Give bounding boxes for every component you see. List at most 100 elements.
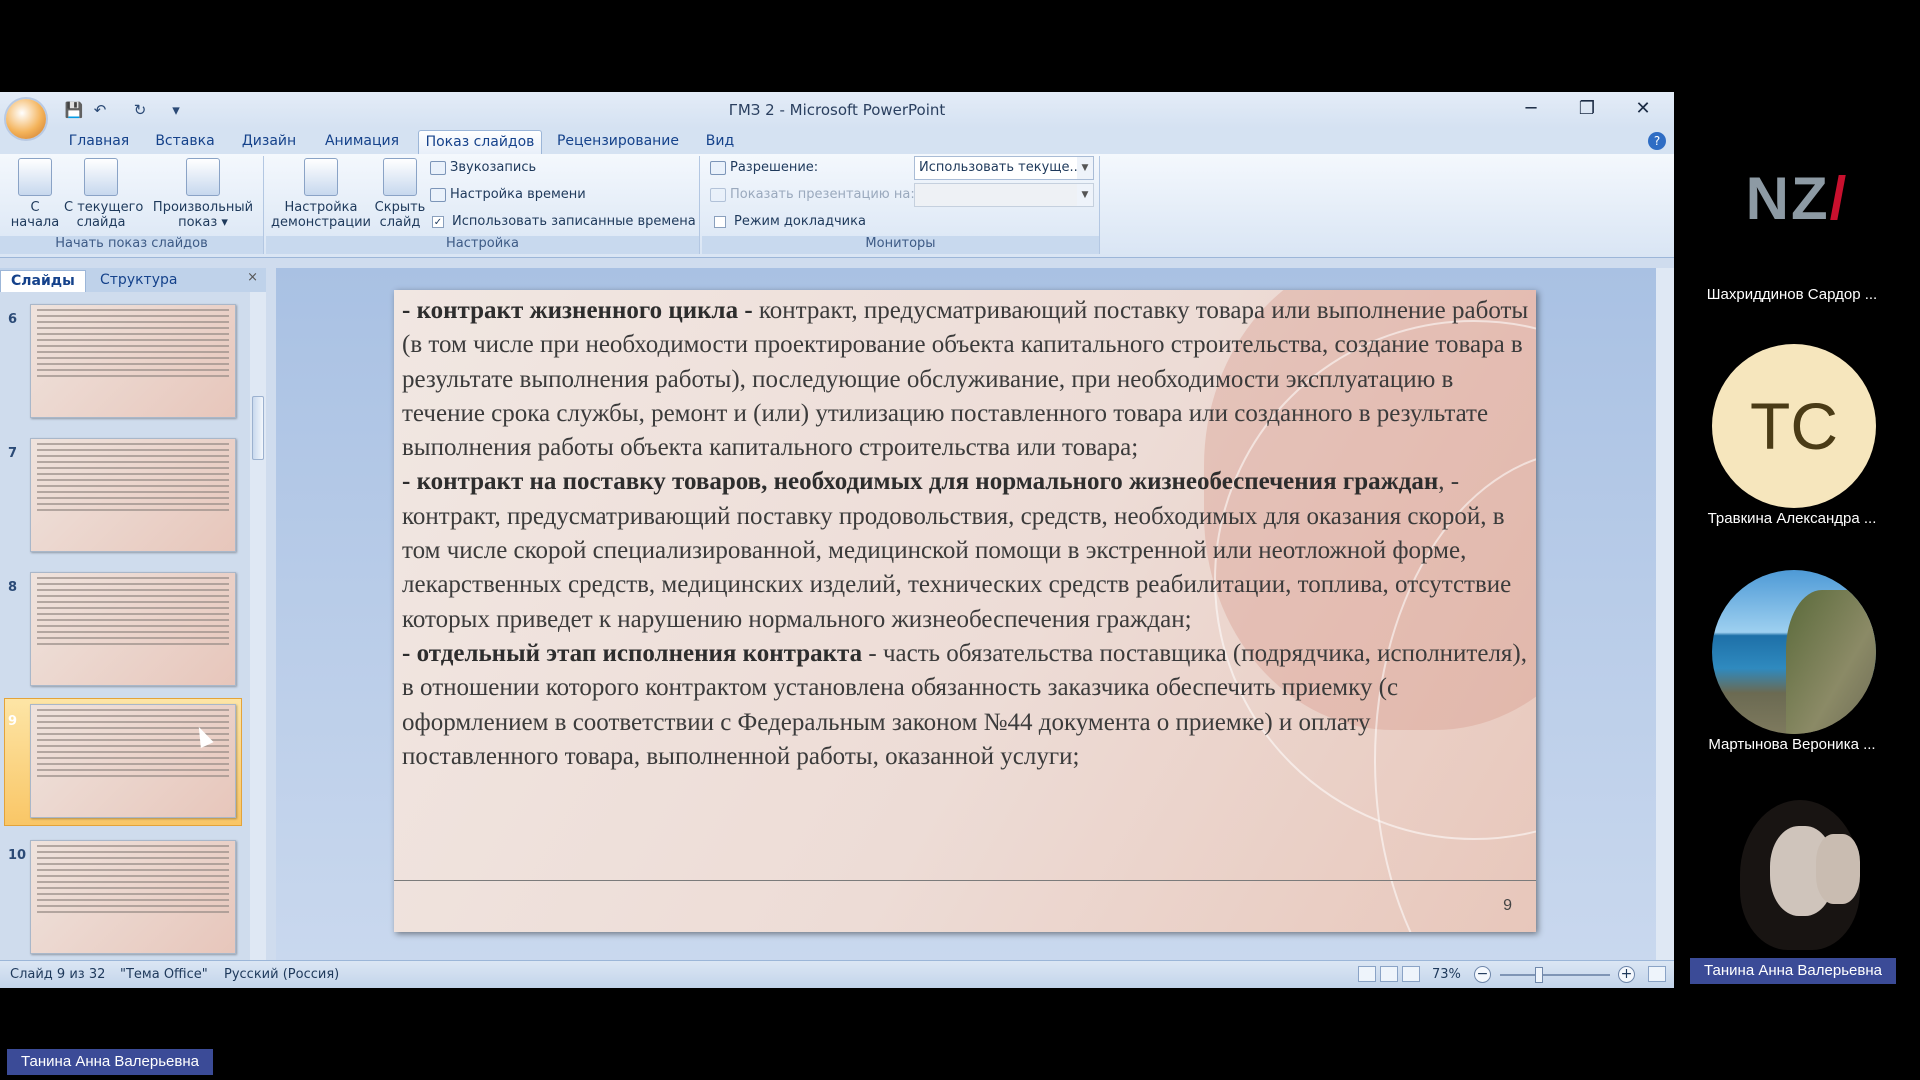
thumb-number: 7 xyxy=(8,446,18,461)
resolution-text: Разрешение: xyxy=(730,160,819,175)
slide-thumbnail-6[interactable] xyxy=(30,304,236,418)
chevron-down-icon: ▼ xyxy=(1077,157,1093,179)
tab-outline[interactable]: Структура xyxy=(90,270,187,292)
from-beginning-label: С начала xyxy=(10,200,60,230)
avatar-photo xyxy=(1712,570,1876,734)
custom-show-label: Произвольный показ ▾ xyxy=(152,200,254,230)
help-icon[interactable]: ? xyxy=(1648,132,1666,150)
zoom-out-icon[interactable]: − xyxy=(1474,966,1491,983)
active-speaker-name: Танина Анна Валерьевна xyxy=(1690,958,1896,984)
tab-slides[interactable]: Слайды xyxy=(0,270,86,292)
slideshow-view-icon[interactable] xyxy=(1402,966,1420,982)
hide-slide-label: Скрыть слайд xyxy=(374,200,426,230)
setup-show-label: Настройка демонстрации xyxy=(271,200,371,230)
office-button[interactable] xyxy=(6,99,46,139)
resolution-dropdown[interactable]: Использовать текуще... ▼ xyxy=(914,156,1094,180)
group-setup: Настройка демонстрации Скрыть слайд Звук… xyxy=(266,156,700,254)
resolution-value: Использовать текуще... xyxy=(919,160,1082,175)
thumb-number: 6 xyxy=(8,312,18,327)
clock-icon xyxy=(430,187,446,202)
avatar: TC xyxy=(1712,344,1876,508)
from-beginning-button[interactable]: С начала xyxy=(6,158,64,230)
slide-body-text[interactable]: - контракт жизненного цикла - контракт, … xyxy=(402,294,1530,774)
term-life-support-contract: - контракт на поставку товаров, необходи… xyxy=(402,468,1439,496)
tab-slideshow[interactable]: Показ слайдов xyxy=(418,130,542,154)
tab-view[interactable]: Вид xyxy=(700,130,740,154)
language[interactable]: Русский (Россия) xyxy=(224,967,339,982)
theme-name: "Тема Office" xyxy=(120,967,208,982)
rehearse-timings-button[interactable]: Настройка времени xyxy=(430,185,586,205)
microphone-icon xyxy=(430,160,446,175)
slide-footer-line xyxy=(394,880,1536,881)
panel-scrollbar-thumb[interactable] xyxy=(252,396,264,460)
hide-slide-icon xyxy=(383,158,417,196)
tab-review[interactable]: Рецензирование xyxy=(556,130,680,154)
monitor-disabled-icon xyxy=(710,187,726,202)
use-timings-checkbox[interactable]: ✓ Использовать записанные времена xyxy=(432,212,696,232)
window-title: ГМЗ 2 - Microsoft PowerPoint xyxy=(728,101,946,119)
show-on-dropdown[interactable]: ▼ xyxy=(914,183,1094,207)
editor-scrollbar[interactable] xyxy=(1656,268,1674,960)
zoom-slider-knob[interactable] xyxy=(1535,967,1543,983)
fit-window-icon[interactable] xyxy=(1648,966,1666,982)
slide-thumbnail-9[interactable] xyxy=(30,704,236,818)
chevron-down-icon: ▼ xyxy=(1077,184,1093,206)
custom-show-icon xyxy=(186,158,220,196)
checkbox-unchecked xyxy=(714,215,726,228)
ribbon: С начала С текущего слайда Произвольный … xyxy=(0,154,1674,258)
zoom-level[interactable]: 73% xyxy=(1432,967,1461,982)
from-current-button[interactable]: С текущего слайда xyxy=(64,158,143,230)
panel-scrollbar[interactable] xyxy=(250,292,266,960)
slideshow-current-icon xyxy=(84,158,118,196)
rehearse-timings-label: Настройка времени xyxy=(450,187,586,202)
participant-name: Мартынова Вероника ... xyxy=(1708,736,1876,753)
zoom-in-icon[interactable]: + xyxy=(1618,966,1635,983)
group-start-show: С начала С текущего слайда Произвольный … xyxy=(0,156,264,254)
slide-thumbnail-8[interactable] xyxy=(30,572,236,686)
group-label-monitors: Мониторы xyxy=(702,236,1099,254)
from-current-label: С текущего слайда xyxy=(64,200,144,230)
group-monitors: Разрешение: Использовать текуще... ▼ Пока… xyxy=(702,156,1100,254)
ribbon-tabs: Главная Вставка Дизайн Анимация Показ сл… xyxy=(0,128,1674,154)
tab-home[interactable]: Главная xyxy=(64,130,134,154)
tab-animation[interactable]: Анимация xyxy=(318,130,406,154)
record-narration-button[interactable]: Звукозапись xyxy=(430,158,536,178)
status-bar: Слайд 9 из 32 "Тема Office" Русский (Рос… xyxy=(0,960,1674,988)
close-button[interactable]: ✕ xyxy=(1620,96,1666,122)
slide-counter: Слайд 9 из 32 xyxy=(10,967,106,982)
group-label-start: Начать показ слайдов xyxy=(0,236,263,254)
tab-design[interactable]: Дизайн xyxy=(238,130,300,154)
setup-show-button[interactable]: Настройка демонстрации xyxy=(270,158,372,230)
normal-view-icon[interactable] xyxy=(1358,966,1376,982)
restore-button[interactable]: ❐ xyxy=(1564,96,1610,122)
close-panel-icon[interactable]: × xyxy=(247,270,258,285)
slide-sorter-icon[interactable] xyxy=(1380,966,1398,982)
presenter-name-badge: Танина Анна Валерьевна xyxy=(7,1049,213,1075)
thumb-number: 10 xyxy=(8,848,27,863)
minimize-button[interactable]: ─ xyxy=(1508,96,1554,122)
tab-insert[interactable]: Вставка xyxy=(152,130,218,154)
hide-slide-button[interactable]: Скрыть слайд xyxy=(372,158,428,230)
custom-show-button[interactable]: Произвольный показ ▾ xyxy=(150,158,256,230)
title-bar: 💾 ↶ ↻ ▾ ГМЗ 2 - Microsoft PowerPoint ─ ❐… xyxy=(0,92,1674,139)
slide-thumbnail-7[interactable] xyxy=(30,438,236,552)
slideshow-play-icon xyxy=(18,158,52,196)
use-timings-label: Использовать записанные времена xyxy=(452,214,696,229)
zoom-slider-track[interactable] xyxy=(1500,974,1610,976)
setup-show-icon xyxy=(304,158,338,196)
nz-logo-avatar: NZ/ xyxy=(1745,165,1849,232)
term-contract-stage: - отдельный этап исполнения контракта xyxy=(402,639,863,667)
participant-name: Травкина Александра ... xyxy=(1707,510,1877,527)
participant-name: Шахриддинов Сардор ... xyxy=(1706,286,1878,303)
group-label-setup: Настройка xyxy=(266,236,699,254)
slide-canvas[interactable]: - контракт жизненного цикла - контракт, … xyxy=(394,290,1536,932)
participant-video xyxy=(1720,794,1880,958)
presenter-view-checkbox[interactable]: Режим докладчика xyxy=(714,212,866,232)
resolution-label: Разрешение: xyxy=(710,158,818,178)
presenter-view-label: Режим докладчика xyxy=(734,214,866,229)
panel-tabs: Слайды Структура × xyxy=(0,268,266,292)
thumb-number: 9 xyxy=(8,714,18,729)
slide-number: 9 xyxy=(1503,897,1512,914)
slides-panel: Слайды Структура × 6 7 8 9 10 xyxy=(0,268,266,960)
slide-thumbnail-10[interactable] xyxy=(30,840,236,954)
